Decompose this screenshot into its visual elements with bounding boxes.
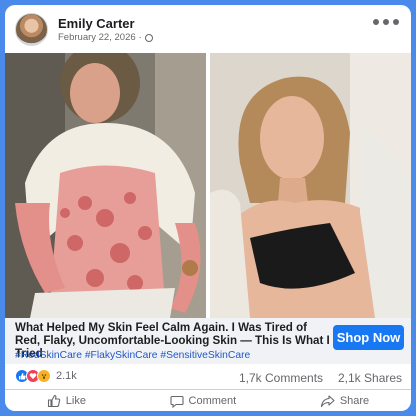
share-button[interactable]: Share xyxy=(320,394,369,408)
after-photo-illustration xyxy=(210,53,411,318)
more-options-icon[interactable] xyxy=(373,19,399,25)
meta-separator: · xyxy=(138,32,142,43)
share-arrow-icon xyxy=(320,394,335,407)
like-label: Like xyxy=(65,394,86,407)
comment-label: Comment xyxy=(188,394,237,407)
dot xyxy=(373,19,379,25)
post-actions: Like Comment Share xyxy=(5,390,411,411)
post-card: Emily Carter February 22, 2026 · What He… xyxy=(5,5,411,411)
engagement-stats: 2.1k 1,7k Comments 2,1k Shares xyxy=(5,364,411,390)
globe-icon xyxy=(144,33,153,42)
photo-grid xyxy=(5,53,411,318)
ad-caption-bar: What Helped My Skin Feel Calm Again. I W… xyxy=(5,318,411,364)
thumbs-up-icon xyxy=(47,394,60,407)
hashtags[interactable]: #RedSkinCare #FlakySkinCare #SensitiveSk… xyxy=(15,350,250,361)
before-photo[interactable] xyxy=(5,53,206,318)
share-label: Share xyxy=(339,394,370,407)
post-meta: February 22, 2026 · xyxy=(58,32,153,43)
avatar[interactable] xyxy=(15,13,48,46)
post-date[interactable]: February 22, 2026 xyxy=(58,32,136,43)
comment-button[interactable]: Comment xyxy=(169,394,237,408)
post-header: Emily Carter February 22, 2026 · xyxy=(5,5,411,53)
comment-icon xyxy=(169,395,184,408)
reactions-summary[interactable]: 2.1k xyxy=(15,369,77,383)
promo-frame: Emily Carter February 22, 2026 · What He… xyxy=(0,0,416,416)
dot xyxy=(393,19,399,25)
shares-count[interactable]: 2,1k Shares xyxy=(338,371,402,385)
reaction-count: 2.1k xyxy=(56,370,77,382)
before-photo-illustration xyxy=(5,53,206,318)
shop-now-button[interactable]: Shop Now xyxy=(333,325,404,350)
comments-count[interactable]: 1,7k Comments xyxy=(239,371,323,385)
like-button[interactable]: Like xyxy=(47,394,86,408)
dot xyxy=(383,19,389,25)
author-name[interactable]: Emily Carter xyxy=(58,16,135,31)
wow-reaction-icon xyxy=(37,369,51,383)
after-photo[interactable] xyxy=(210,53,411,318)
